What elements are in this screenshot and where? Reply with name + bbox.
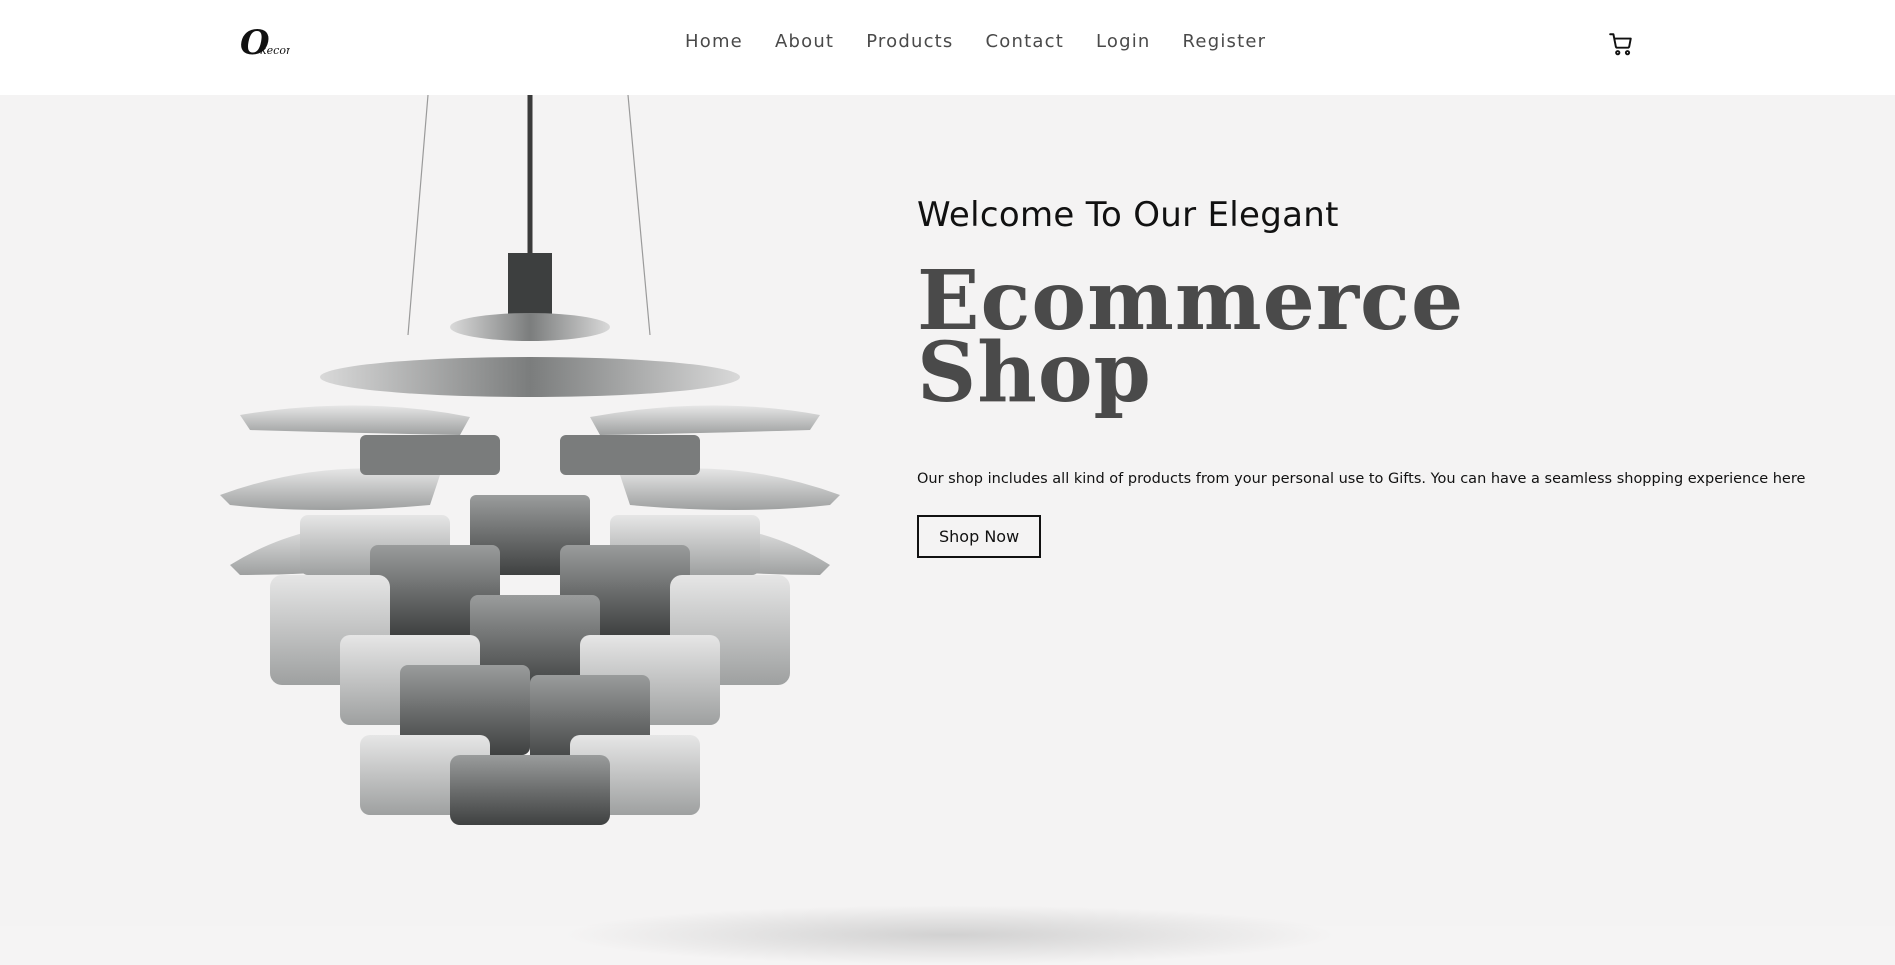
shop-now-button[interactable]: Shop Now bbox=[917, 515, 1042, 558]
hero-headline: Ecommerce Shop bbox=[917, 260, 1837, 414]
brand-logo[interactable]: O kecore bbox=[240, 22, 290, 62]
main-nav: Home About Products Contact Login Regist… bbox=[685, 30, 1298, 54]
navbar: O kecore Home About Products Contact Log… bbox=[0, 0, 1895, 95]
nav-contact[interactable]: Contact bbox=[986, 30, 1064, 54]
hero-description: Our shop includes all kind of products f… bbox=[917, 471, 1806, 487]
hero-text-block: Welcome To Our Elegant Ecommerce Shop Ou… bbox=[917, 195, 1837, 558]
svg-text:kecore: kecore bbox=[260, 44, 290, 57]
nav-login[interactable]: Login bbox=[1096, 30, 1151, 54]
hero-welcome: Welcome To Our Elegant bbox=[917, 195, 1339, 235]
nav-home[interactable]: Home bbox=[685, 30, 743, 54]
pendant-lamp-image bbox=[210, 94, 850, 835]
nav-register[interactable]: Register bbox=[1183, 30, 1267, 54]
nav-products[interactable]: Products bbox=[866, 30, 953, 54]
brand-logo-mark: O kecore bbox=[240, 23, 290, 62]
section-shadow bbox=[560, 905, 1340, 965]
hero-section: Welcome To Our Elegant Ecommerce Shop Ou… bbox=[0, 94, 1895, 965]
nav-about[interactable]: About bbox=[775, 30, 834, 54]
shopping-cart-icon[interactable] bbox=[1608, 31, 1634, 57]
